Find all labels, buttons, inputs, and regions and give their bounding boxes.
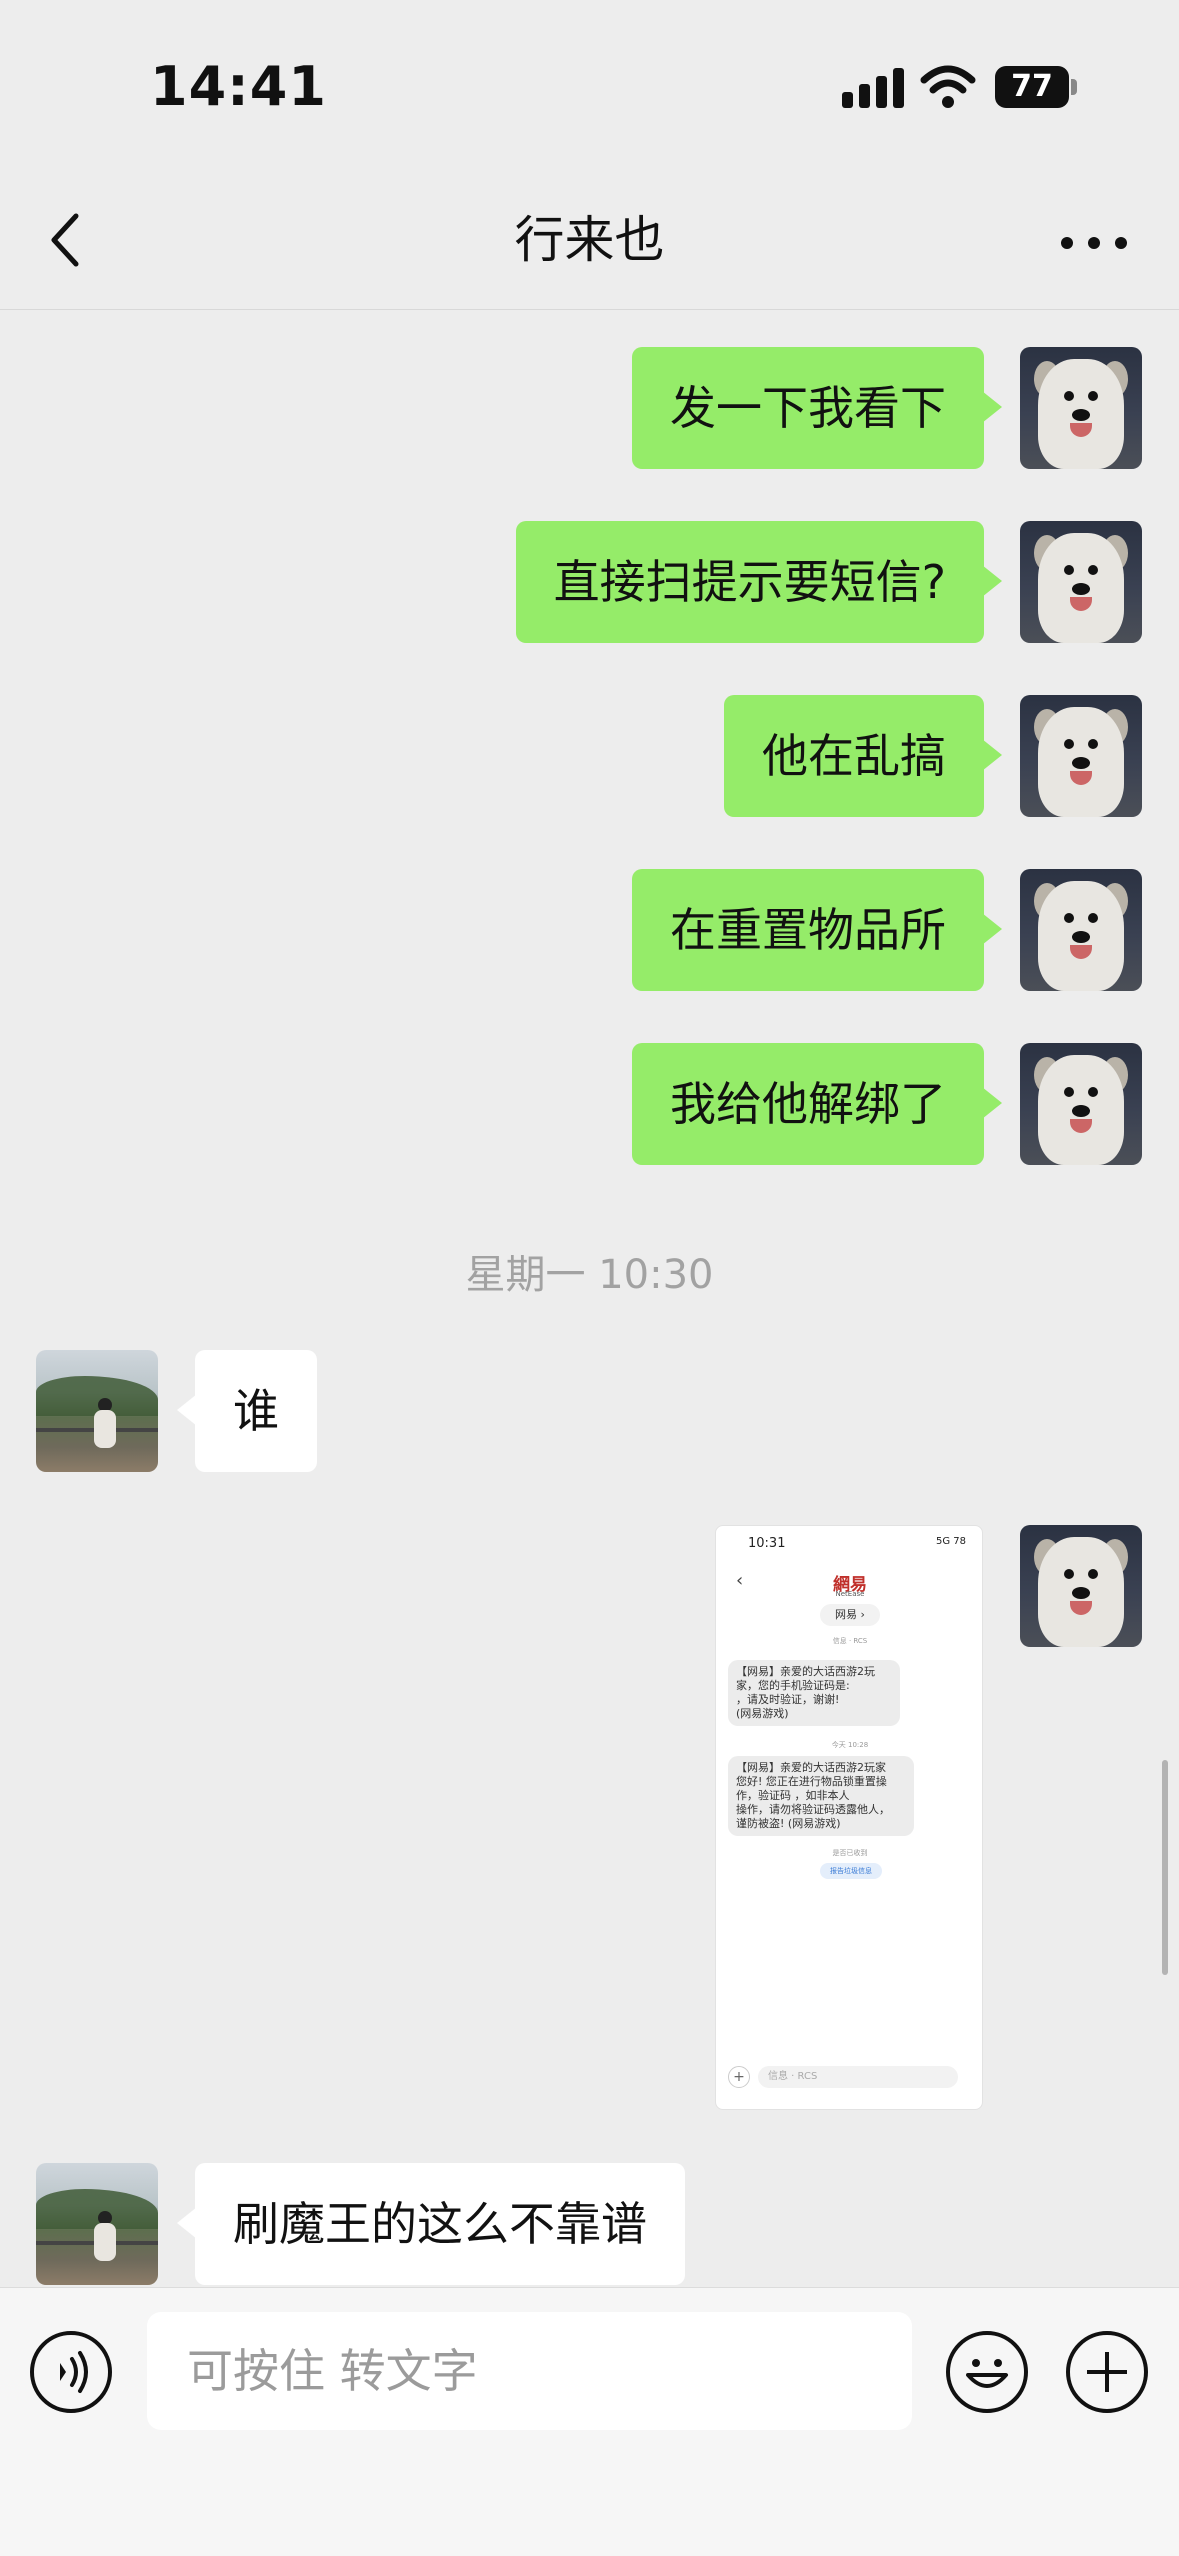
screenshot-time: 10:31 (748, 1536, 786, 1551)
nav-bar: 行来也 (0, 170, 1179, 310)
sms-bubble-1: 【网易】亲爱的大话西游2玩 家，您的手机验证码是: ，请及时验证，谢谢! (网易… (728, 1660, 900, 1726)
cellular-signal-icon (842, 68, 906, 108)
chat-scrollbar[interactable] (1162, 1760, 1168, 1975)
more-functions-button[interactable] (1066, 2331, 1148, 2413)
chat-messages[interactable]: 发一下我看下 直接扫提示要短信? 他在乱搞 在重置物品所 我给他解绑了 星期一 … (0, 311, 1179, 2286)
sms-meta: 今天 10:28 (831, 1741, 869, 1749)
incoming-message[interactable]: 刷魔王的这么不靠谱 (177, 2163, 685, 2285)
sms-question: 是否已收到 (832, 1849, 868, 1857)
sms-meta: 信息 · RCS (832, 1637, 868, 1645)
my-avatar[interactable] (1020, 521, 1142, 643)
screenshot-input-bar: + 信息 · RCS (728, 2066, 972, 2094)
chat-title: 行来也 (514, 211, 665, 269)
status-bar: 14:41 77 (0, 0, 1179, 170)
status-time: 14:41 (150, 55, 327, 118)
emoji-button[interactable] (946, 2331, 1028, 2413)
timestamp: 星期一 10:30 (465, 1252, 714, 1298)
screenshot-status: 5G 78 (935, 1536, 966, 1547)
my-avatar[interactable] (1020, 695, 1142, 817)
contact-avatar[interactable] (36, 1350, 158, 1472)
wifi-icon (920, 64, 976, 110)
contact-avatar[interactable] (36, 2163, 158, 2285)
sms-bubble-2: 【网易】亲爱的大话西游2玩家 您好! 您正在进行物品锁重置操 作，验证码 ，如非… (728, 1756, 914, 1836)
incoming-message[interactable]: 谁 (177, 1350, 317, 1472)
voice-icon (60, 2351, 88, 2393)
report-spam-link: 报告垃圾信息 (820, 1863, 882, 1879)
hold-to-talk-field[interactable]: 可按住 转文字 (147, 2312, 912, 2430)
battery-level: 77 (995, 66, 1069, 108)
smiley-icon (966, 2359, 1008, 2388)
sender-pill: 网易 › (820, 1604, 880, 1626)
outgoing-message[interactable]: 直接扫提示要短信? (515, 521, 1003, 643)
more-options-button[interactable] (1049, 200, 1139, 280)
screenshot-image-message[interactable]: 10:31 5G 78 ‹ 網易 NetEase 网易 › 信息 · RCS 【… (715, 1525, 983, 2110)
voice-input-button[interactable] (30, 2331, 112, 2413)
outgoing-message[interactable]: 发一下我看下 (632, 347, 1002, 469)
outgoing-message[interactable]: 他在乱搞 (724, 695, 1002, 817)
battery-icon: 77 (995, 66, 1079, 108)
netease-logo-sub: NetEase (835, 1590, 865, 1598)
input-bar: 可按住 转文字 (0, 2287, 1179, 2556)
my-avatar[interactable] (1020, 869, 1142, 991)
my-avatar[interactable] (1020, 347, 1142, 469)
outgoing-message[interactable]: 在重置物品所 (632, 869, 1002, 991)
my-avatar[interactable] (1020, 1525, 1142, 1647)
my-avatar[interactable] (1020, 1043, 1142, 1165)
outgoing-message[interactable]: 我给他解绑了 (632, 1043, 1002, 1165)
